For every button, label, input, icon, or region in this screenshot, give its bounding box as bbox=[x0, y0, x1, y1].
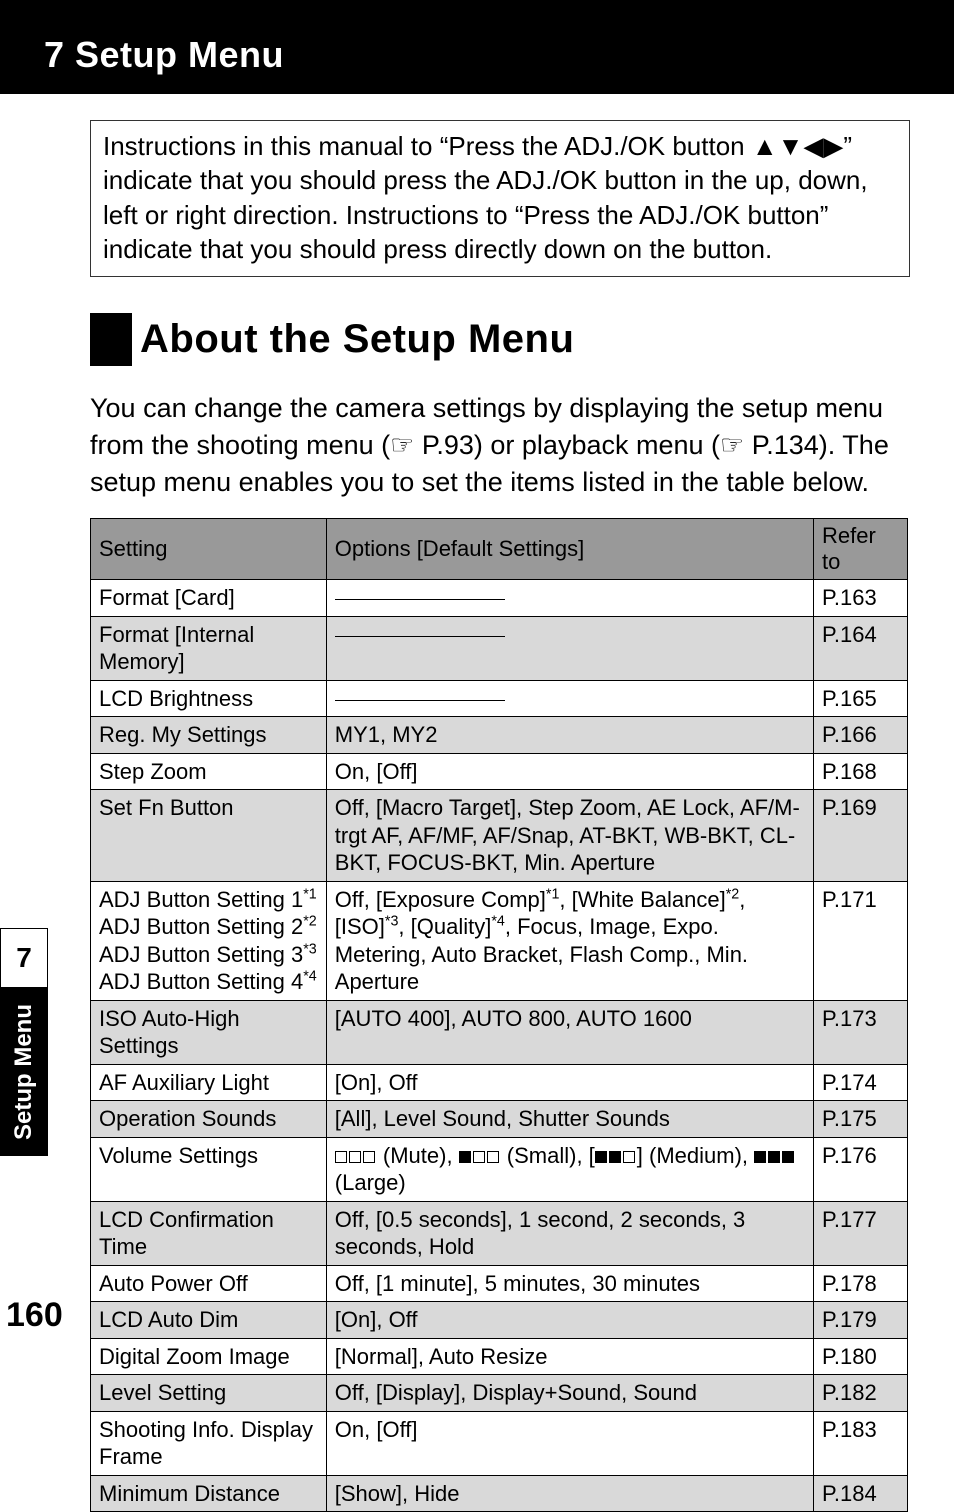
side-label-box: Setup Menu bbox=[0, 988, 48, 1156]
cell-ref: P.177 bbox=[814, 1201, 908, 1265]
cell-setting: LCD Auto Dim bbox=[91, 1302, 327, 1339]
cell-ref: P.171 bbox=[814, 881, 908, 1000]
cell-options: [Normal], Auto Resize bbox=[326, 1338, 813, 1375]
cell-setting: AF Auxiliary Light bbox=[91, 1064, 327, 1101]
chapter-header: 7 Setup Menu bbox=[44, 34, 954, 76]
cell-options: Off, [Macro Target], Step Zoom, AE Lock,… bbox=[326, 790, 813, 882]
intro-text: Instructions in this manual to “Press th… bbox=[103, 129, 897, 266]
page-number: 160 bbox=[6, 1296, 63, 1335]
cell-ref: P.173 bbox=[814, 1000, 908, 1064]
cell-ref: P.180 bbox=[814, 1338, 908, 1375]
table-row: Format [Card] P.163 bbox=[91, 580, 908, 617]
cell-options bbox=[326, 616, 813, 680]
cell-options: On, [Off] bbox=[326, 1411, 813, 1475]
table-row: Digital Zoom Image[Normal], Auto ResizeP… bbox=[91, 1338, 908, 1375]
cell-ref: P.168 bbox=[814, 753, 908, 790]
cell-ref: P.183 bbox=[814, 1411, 908, 1475]
section-body-text: You can change the camera settings by di… bbox=[90, 390, 910, 500]
cell-options: Off, [Display], Display+Sound, Sound bbox=[326, 1375, 813, 1412]
cell-setting: Auto Power Off bbox=[91, 1265, 327, 1302]
table-row: LCD Brightness P.165 bbox=[91, 680, 908, 717]
section-title-row: About the Setup Menu bbox=[90, 313, 954, 366]
cell-options bbox=[326, 680, 813, 717]
table-row: LCD Auto Dim[On], OffP.179 bbox=[91, 1302, 908, 1339]
side-chapter-number: 7 bbox=[0, 928, 48, 988]
table-row: Format [Internal Memory] P.164 bbox=[91, 616, 908, 680]
cell-setting: Format [Card] bbox=[91, 580, 327, 617]
cell-ref: P.175 bbox=[814, 1101, 908, 1138]
th-ref: Refer to bbox=[814, 519, 908, 580]
cell-setting: Minimum Distance bbox=[91, 1475, 327, 1512]
cell-options: Off, [1 minute], 5 minutes, 30 minutes bbox=[326, 1265, 813, 1302]
cell-ref: P.164 bbox=[814, 616, 908, 680]
cell-options: MY1, MY2 bbox=[326, 717, 813, 754]
cell-ref: P.165 bbox=[814, 680, 908, 717]
cell-ref: P.179 bbox=[814, 1302, 908, 1339]
cell-ref: P.163 bbox=[814, 580, 908, 617]
table-row: Auto Power OffOff, [1 minute], 5 minutes… bbox=[91, 1265, 908, 1302]
cell-ref: P.169 bbox=[814, 790, 908, 882]
cell-options: [AUTO 400], AUTO 800, AUTO 1600 bbox=[326, 1000, 813, 1064]
cell-options: (Mute), (Small), [] (Medium), (Large) bbox=[326, 1137, 813, 1201]
cell-options: [On], Off bbox=[326, 1064, 813, 1101]
cell-ref: P.184 bbox=[814, 1475, 908, 1512]
section-marker-icon bbox=[90, 313, 132, 366]
settings-table: Setting Options [Default Settings] Refer… bbox=[90, 518, 908, 1512]
table-row: Volume Settings (Mute), (Small), [] (Med… bbox=[91, 1137, 908, 1201]
cell-setting: LCD Confirmation Time bbox=[91, 1201, 327, 1265]
cell-ref: P.174 bbox=[814, 1064, 908, 1101]
cell-setting: Level Setting bbox=[91, 1375, 327, 1412]
table-row: ISO Auto-High Settings[AUTO 400], AUTO 8… bbox=[91, 1000, 908, 1064]
table-row: Set Fn ButtonOff, [Macro Target], Step Z… bbox=[91, 790, 908, 882]
cell-setting: Shooting Info. Display Frame bbox=[91, 1411, 327, 1475]
table-row: Step ZoomOn, [Off]P.168 bbox=[91, 753, 908, 790]
cell-options: [Show], Hide bbox=[326, 1475, 813, 1512]
cell-options bbox=[326, 580, 813, 617]
cell-options: [All], Level Sound, Shutter Sounds bbox=[326, 1101, 813, 1138]
table-row: AF Auxiliary Light[On], OffP.174 bbox=[91, 1064, 908, 1101]
cell-setting: Step Zoom bbox=[91, 753, 327, 790]
cell-setting: Reg. My Settings bbox=[91, 717, 327, 754]
th-options: Options [Default Settings] bbox=[326, 519, 813, 580]
cell-setting: Operation Sounds bbox=[91, 1101, 327, 1138]
cell-options: Off, [0.5 seconds], 1 second, 2 seconds,… bbox=[326, 1201, 813, 1265]
side-tab: 7 Setup Menu bbox=[0, 928, 48, 1156]
cell-options: Off, [Exposure Comp]*1, [White Balance]*… bbox=[326, 881, 813, 1000]
dash-line-icon bbox=[335, 599, 505, 600]
table-row: Minimum Distance[Show], HideP.184 bbox=[91, 1475, 908, 1512]
cell-setting: LCD Brightness bbox=[91, 680, 327, 717]
dash-line-icon bbox=[335, 700, 505, 701]
cell-ref: P.166 bbox=[814, 717, 908, 754]
cell-options: On, [Off] bbox=[326, 753, 813, 790]
table-row: Level SettingOff, [Display], Display+Sou… bbox=[91, 1375, 908, 1412]
cell-ref: P.182 bbox=[814, 1375, 908, 1412]
table-row: Shooting Info. Display FrameOn, [Off]P.1… bbox=[91, 1411, 908, 1475]
cell-setting: Set Fn Button bbox=[91, 790, 327, 882]
cell-options: [On], Off bbox=[326, 1302, 813, 1339]
cell-ref: P.176 bbox=[814, 1137, 908, 1201]
cell-setting: ISO Auto-High Settings bbox=[91, 1000, 327, 1064]
dash-line-icon bbox=[335, 636, 505, 637]
table-row: ADJ Button Setting 1*1ADJ Button Setting… bbox=[91, 881, 908, 1000]
cell-setting: Digital Zoom Image bbox=[91, 1338, 327, 1375]
table-row: Operation Sounds[All], Level Sound, Shut… bbox=[91, 1101, 908, 1138]
side-label: Setup Menu bbox=[10, 998, 38, 1146]
cell-ref: P.178 bbox=[814, 1265, 908, 1302]
section-title: About the Setup Menu bbox=[140, 313, 574, 366]
cell-setting: Volume Settings bbox=[91, 1137, 327, 1201]
table-row: LCD Confirmation TimeOff, [0.5 seconds],… bbox=[91, 1201, 908, 1265]
chapter-header-bar: 7 Setup Menu bbox=[0, 0, 954, 94]
cell-setting: ADJ Button Setting 1*1ADJ Button Setting… bbox=[91, 881, 327, 1000]
table-row: Reg. My SettingsMY1, MY2P.166 bbox=[91, 717, 908, 754]
intro-note-box: Instructions in this manual to “Press th… bbox=[90, 120, 910, 277]
th-setting: Setting bbox=[91, 519, 327, 580]
cell-setting: Format [Internal Memory] bbox=[91, 616, 327, 680]
